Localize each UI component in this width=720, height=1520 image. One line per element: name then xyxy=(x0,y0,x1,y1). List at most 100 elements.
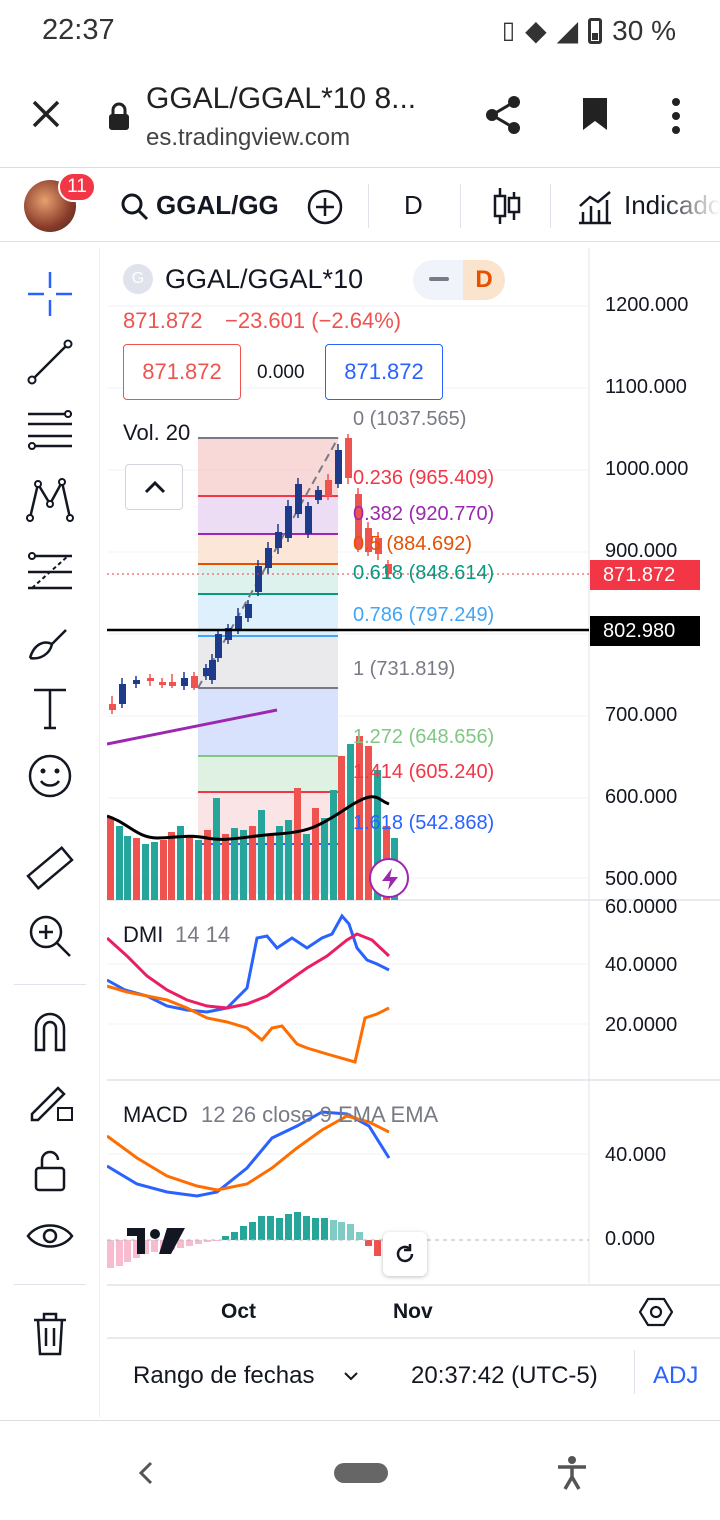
reset-chart-button[interactable] xyxy=(383,1232,427,1276)
drawing-toolbar xyxy=(0,248,100,1418)
candle-body xyxy=(335,450,342,484)
candle-body xyxy=(215,634,222,658)
toolbar-divider xyxy=(14,984,86,985)
brush-icon[interactable] xyxy=(24,614,76,666)
candle-body xyxy=(345,438,352,478)
volume-bar xyxy=(195,840,202,900)
macd-axis-label: 0.000 xyxy=(605,1228,656,1250)
macd-histogram-bar xyxy=(249,1222,256,1240)
collapse-legend-button[interactable] xyxy=(125,464,183,510)
buy-button[interactable]: 871.872 xyxy=(325,344,443,400)
volume-bar xyxy=(204,830,211,900)
dmi-title[interactable]: DMI xyxy=(123,922,163,948)
legend-symbol[interactable]: GGAL/GGAL*10 xyxy=(165,264,363,295)
replay-button[interactable] xyxy=(369,858,409,898)
macd-histogram-bar xyxy=(222,1236,229,1240)
unlock-icon[interactable] xyxy=(24,1144,76,1196)
page-domain[interactable]: es.tradingview.com xyxy=(146,124,350,152)
volume-bar xyxy=(258,810,265,900)
forecast-icon[interactable] xyxy=(24,546,76,598)
status-time: 22:37 xyxy=(42,14,115,46)
clock[interactable]: 20:37:42 (UTC-5) xyxy=(411,1362,598,1390)
macd-histogram-bar xyxy=(107,1240,114,1268)
fib-label: 0 (1037.565) xyxy=(353,408,467,430)
interval-button[interactable]: D xyxy=(404,190,423,221)
settings-icon[interactable] xyxy=(639,1296,673,1328)
ruler-icon[interactable] xyxy=(24,842,76,894)
volume-bar xyxy=(267,834,274,900)
volume-bar xyxy=(116,826,123,900)
interval-badge: D xyxy=(463,260,505,300)
macd-histogram-bar xyxy=(312,1218,319,1240)
volume-bar xyxy=(107,818,114,900)
chart-toolbar: 11 GGAL/GG D Indicado xyxy=(0,170,720,242)
lightning-icon xyxy=(382,868,398,890)
adj-button[interactable]: ADJ xyxy=(653,1362,698,1390)
fib-label: 0.5 (884.692) xyxy=(353,533,472,555)
candle-body xyxy=(315,490,322,500)
macd-histogram-bar xyxy=(321,1218,328,1240)
share-icon[interactable] xyxy=(484,94,524,136)
macd-histogram-bar xyxy=(347,1224,354,1240)
status-icons: ▯ ◆ ◢ 30 % xyxy=(502,14,676,47)
zoom-in-icon[interactable] xyxy=(24,910,76,962)
candle-body xyxy=(325,480,332,496)
candle-body xyxy=(203,668,210,676)
candle-body xyxy=(109,704,116,710)
macd-axis-label: 40.000 xyxy=(605,1144,667,1166)
legend-price: 871.872 xyxy=(123,308,203,333)
fib-label: 0.786 (797.249) xyxy=(353,604,495,626)
crosshair-icon[interactable] xyxy=(24,268,76,320)
lock-drawing-icon[interactable] xyxy=(24,1074,76,1126)
home-pill[interactable] xyxy=(334,1463,388,1483)
page-title[interactable]: GGAL/GGAL*10 8... xyxy=(146,82,416,116)
add-symbol-icon[interactable] xyxy=(306,188,344,226)
indicators-icon[interactable] xyxy=(576,188,614,226)
chart-area[interactable]: G GGAL/GGAL*10 D 871.872 −23.601 (−2.64%… xyxy=(107,248,720,1418)
more-vert-icon[interactable] xyxy=(670,96,682,136)
price-axis-label: 600.000 xyxy=(605,786,678,808)
price-axis-label: 700.000 xyxy=(605,704,678,726)
chevron-down-icon xyxy=(344,1372,358,1381)
accessibility-icon[interactable] xyxy=(556,1455,588,1491)
trend-line-icon[interactable] xyxy=(24,336,76,388)
notification-badge: 11 xyxy=(58,172,96,202)
time-axis-label: Oct xyxy=(221,1300,257,1323)
bookmark-icon[interactable] xyxy=(580,96,610,132)
line-price-tag: 802.980 xyxy=(590,616,700,646)
interval-pill[interactable]: D xyxy=(413,260,505,300)
date-range-button[interactable]: Rango de fechas xyxy=(133,1362,314,1390)
fib-label: 1.272 (648.656) xyxy=(353,726,495,748)
macd-histogram-bar xyxy=(231,1232,238,1240)
macd-title[interactable]: MACD xyxy=(123,1102,188,1128)
search-icon[interactable] xyxy=(120,192,150,222)
fib-retracement-icon[interactable] xyxy=(24,404,76,456)
macd-histogram-bar xyxy=(124,1240,131,1262)
volume-bar xyxy=(330,790,337,900)
candle-body xyxy=(295,484,302,514)
macd-histogram-bar xyxy=(338,1222,345,1240)
macd-params: 12 26 close 9 EMA EMA xyxy=(201,1102,439,1127)
magnet-icon[interactable] xyxy=(24,1006,76,1058)
eye-icon[interactable] xyxy=(24,1212,76,1264)
price-axis-label: 500.000 xyxy=(605,868,678,890)
candle-type-icon[interactable] xyxy=(490,186,524,226)
symbol-search[interactable]: GGAL/GG xyxy=(156,190,279,221)
candle-body xyxy=(245,604,252,618)
time-axis-label: Nov xyxy=(393,1300,433,1323)
back-icon[interactable] xyxy=(138,1461,154,1485)
volume-legend[interactable]: Vol. 20 xyxy=(123,420,190,446)
fib-label: 1.618 (542.868) xyxy=(353,812,495,834)
volume-bar xyxy=(312,808,319,900)
close-icon[interactable] xyxy=(30,98,62,130)
trash-icon[interactable] xyxy=(24,1308,76,1360)
dmi-axis-label: 20.0000 xyxy=(605,1014,678,1036)
sell-button[interactable]: 871.872 xyxy=(123,344,241,400)
volume-bar xyxy=(213,798,220,900)
pattern-icon[interactable] xyxy=(24,474,76,526)
emoji-icon[interactable] xyxy=(24,750,76,802)
macd-histogram-bar xyxy=(186,1240,193,1246)
macd-histogram-bar xyxy=(276,1218,283,1240)
last-price-tag: 871.872 xyxy=(590,560,700,590)
text-icon[interactable] xyxy=(24,682,76,734)
